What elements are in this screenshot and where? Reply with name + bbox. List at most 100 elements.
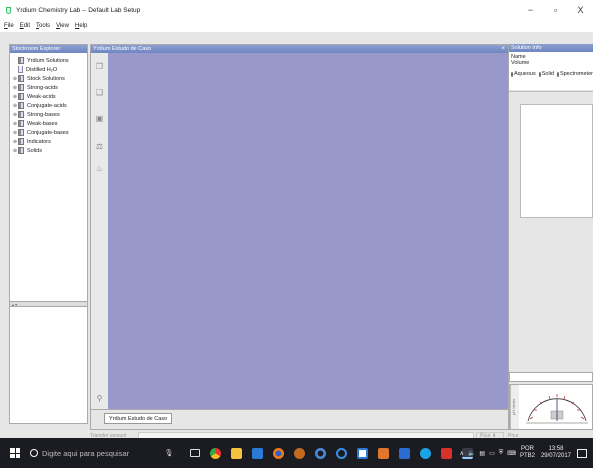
tree-item-label: Weak-bases [27, 120, 58, 127]
media-player-icon[interactable] [289, 438, 310, 468]
species-list-area [509, 91, 593, 218]
book-icon [18, 138, 24, 145]
pinned-apps [184, 438, 478, 468]
spectrometer-radio[interactable] [556, 71, 559, 77]
solution-info-title: Solution Info [509, 44, 593, 52]
workbench-title-bar: Yrdium Estudo de Caso × [91, 45, 508, 53]
paste-icon[interactable]: ❑ [94, 87, 105, 98]
title-bar: Yrdium Chemistry Lab -- Default Lab Setu… [0, 0, 593, 20]
tree-item-label: Strong-bases [27, 111, 60, 118]
window-title: Yrdium Chemistry Lab -- Default Lab Setu… [16, 6, 141, 14]
minimize-button[interactable]: − [518, 0, 543, 20]
tree-item[interactable]: ⊕ Indicators [12, 137, 85, 146]
mail-icon[interactable] [352, 438, 373, 468]
book-icon [18, 147, 24, 154]
aqueous-radio[interactable] [511, 71, 513, 77]
workbench-tab-strip: Yrdium Estudo de Caso [91, 409, 508, 429]
tree-item[interactable]: Yrdium Solutions [12, 56, 85, 65]
start-button[interactable] [0, 438, 30, 468]
tab-estudo-de-caso[interactable]: Yrdium Estudo de Caso [104, 413, 173, 424]
keyboard-icon[interactable]: ⌨ [507, 450, 516, 457]
microphone-icon[interactable]: 🎙 [162, 449, 176, 457]
tree-item[interactable]: ⊕ Stock Solutions [12, 74, 85, 83]
workbench-area[interactable] [108, 53, 508, 409]
notifications-icon[interactable] [577, 448, 587, 458]
windows-logo-icon [10, 448, 20, 458]
network-icon[interactable]: ▤ [479, 450, 485, 457]
delete-icon[interactable]: ▣ [94, 113, 105, 124]
tree-item-label: Weak-acids [27, 93, 56, 100]
firefox-icon[interactable] [268, 438, 289, 468]
edge-icon[interactable] [331, 438, 352, 468]
menu-edit[interactable]: Edit [20, 23, 30, 29]
stockroom-explorer: Stockroom Explorer Yrdium Solutions Disti… [9, 44, 88, 424]
tree-item-label: Conjugate-bases [27, 129, 69, 136]
tree-item[interactable]: ⊕ Strong-bases [12, 110, 85, 119]
powerpoint-icon[interactable] [373, 438, 394, 468]
tree-item[interactable]: Distilled H₂O [12, 65, 85, 74]
tree-item-label: Conjugate-acids [27, 102, 67, 109]
input-language[interactable]: POR PTB2 [520, 446, 535, 460]
book-icon [18, 129, 24, 136]
system-tray: ∧ 🔈 ▤ ▭ ⛨ ⌨ POR PTB2 13:58 29/07/2017 [460, 438, 593, 468]
copy-icon[interactable]: ❐ [94, 61, 105, 72]
meter-dial-icon [526, 394, 588, 424]
book-icon [18, 102, 24, 109]
tree-item-label: Solids [27, 147, 42, 154]
workbench-window: Yrdium Estudo de Caso × ❐ ❑ ▣ ⚖ ♨ ⚲ Yrdi… [90, 44, 509, 430]
meter-side-label: pH Meter [510, 385, 519, 429]
file-explorer-icon[interactable] [226, 438, 247, 468]
tree-item[interactable]: ⊕ Weak-acids [12, 92, 85, 101]
menu-tools[interactable]: Tools [36, 23, 50, 29]
explorer-title: Stockroom Explorer [10, 45, 87, 53]
taskbar: Digite aqui para pesquisar 🎙 ∧ 🔈 ▤ ▭ ⛨ ⌨… [0, 438, 593, 468]
app-flask-icon [4, 6, 13, 15]
menu-bar: File Edit Tools View Help [0, 20, 593, 32]
store-icon[interactable] [247, 438, 268, 468]
volume-label: Volume [511, 60, 530, 66]
security-icon[interactable]: ⛨ [499, 450, 504, 457]
clock[interactable]: 13:58 29/07/2017 [541, 446, 571, 460]
taskbar-search[interactable]: Digite aqui para pesquisar [30, 438, 162, 468]
solution-info-panel: Solution Info Name Volume Aqueous Solid … [509, 44, 593, 430]
acrobat-icon[interactable] [436, 438, 457, 468]
book-icon [18, 111, 24, 118]
solid-radio[interactable] [538, 71, 541, 77]
maximize-button[interactable]: ▫ [543, 0, 568, 20]
task-view-icon[interactable] [184, 438, 205, 468]
book-icon [18, 57, 24, 64]
pin-icon[interactable]: ⚲ [94, 393, 105, 404]
volume-icon[interactable]: 🔈 [468, 450, 475, 457]
tree-item[interactable]: ⊕ Conjugate-bases [12, 128, 85, 137]
opera-icon[interactable] [310, 438, 331, 468]
beaker-icon [18, 66, 23, 73]
skype-icon[interactable] [415, 438, 436, 468]
workbench-close-icon[interactable]: × [501, 45, 505, 53]
tree-item-label: Indicators [27, 138, 51, 145]
aqueous-label: Aqueous [514, 71, 536, 77]
tree-item[interactable]: ⊕ Conjugate-acids [12, 101, 85, 110]
menu-file[interactable]: File [4, 23, 14, 29]
solid-label: Solid [541, 71, 554, 77]
menu-help[interactable]: Help [75, 23, 87, 29]
menu-view[interactable]: View [56, 23, 69, 29]
close-button[interactable]: X [568, 0, 593, 20]
meter-input[interactable] [509, 372, 593, 382]
tree-item[interactable]: ⊕ Solids [12, 146, 85, 155]
word-icon[interactable] [394, 438, 415, 468]
chrome-icon[interactable] [205, 438, 226, 468]
scale-icon[interactable]: ⚖ [94, 141, 105, 152]
spectrometer-label: Spectrometer [559, 71, 593, 77]
book-icon [18, 75, 24, 82]
battery-icon[interactable]: ▭ [489, 450, 495, 457]
book-icon [18, 93, 24, 100]
species-list[interactable] [520, 104, 593, 218]
workspace: Stockroom Explorer Yrdium Solutions Disti… [0, 32, 593, 447]
tray-overflow-icon[interactable]: ∧ [460, 450, 464, 457]
tree-item-label: Distilled H₂O [26, 66, 58, 73]
burner-icon[interactable]: ♨ [94, 163, 105, 174]
solution-info-fields: Name Volume Aqueous Solid Spectrometer [509, 52, 593, 90]
tree-item[interactable]: ⊕ Weak-bases [12, 119, 85, 128]
tree-item[interactable]: ⊕ Strong-acids [12, 83, 85, 92]
cortana-icon [30, 449, 38, 457]
